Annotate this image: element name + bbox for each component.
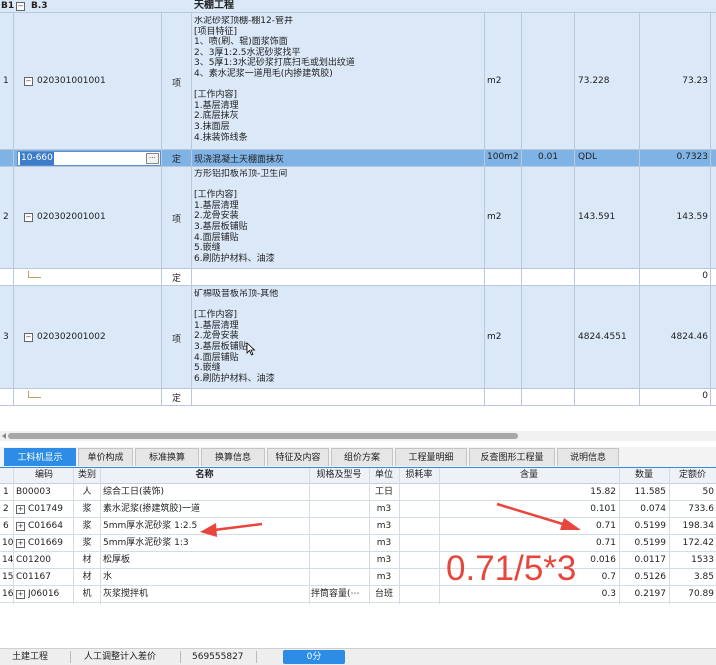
status-bar: 土建工程 人工调整计入差价 569555827 0分 xyxy=(0,648,716,665)
status-total-value: 569555827 xyxy=(192,652,244,662)
right-arrow-icon xyxy=(496,502,581,530)
status-project-type: 土建工程 xyxy=(12,652,49,662)
left-arrow-icon xyxy=(200,522,263,537)
status-divider xyxy=(256,651,257,663)
status-divider xyxy=(70,651,71,663)
status-divider xyxy=(180,651,181,663)
score-button[interactable]: 0分 xyxy=(283,650,345,664)
status-labor-adjust: 人工调整计入差价 xyxy=(84,652,157,662)
annotation-arrows xyxy=(200,502,581,537)
annotation-formula: 0.71/5*3 xyxy=(446,549,577,588)
